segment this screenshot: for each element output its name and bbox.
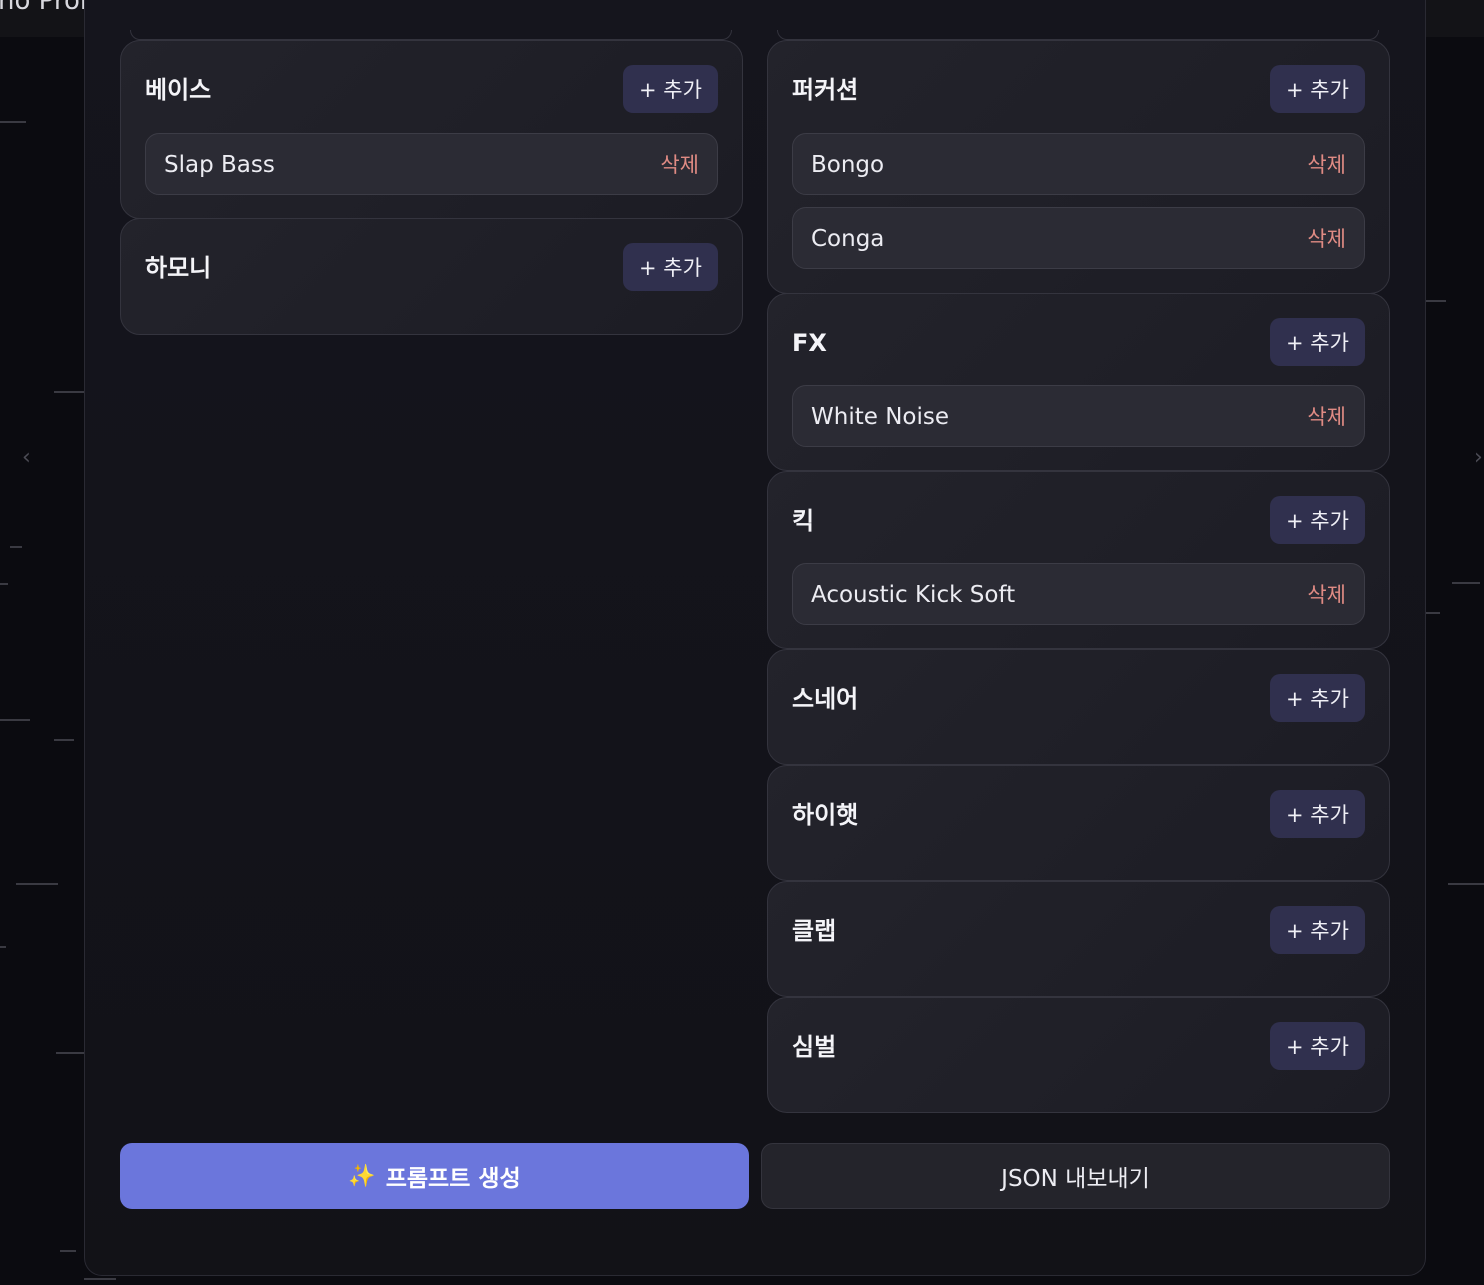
add-button[interactable]: + 추가 — [1270, 496, 1365, 544]
section-title: 심벌 — [792, 1033, 837, 1061]
section-card-percussion: 퍼커션 + 추가 Bongo 삭제 Conga 삭제 — [767, 40, 1390, 294]
background-dash — [60, 1250, 76, 1252]
item-name: Conga — [811, 226, 885, 252]
section-title: 하모니 — [145, 254, 212, 282]
list-item: Acoustic Kick Soft 삭제 — [792, 563, 1365, 625]
list-item: Bongo 삭제 — [792, 133, 1365, 195]
section-card-snare: 스네어 + 추가 — [767, 649, 1390, 765]
background-dash — [1452, 582, 1480, 584]
section-title: 스네어 — [792, 685, 859, 713]
background-dash — [16, 883, 58, 885]
background-dash — [0, 583, 8, 585]
delete-button[interactable]: 삭제 — [1307, 224, 1346, 254]
section-title: 클랩 — [792, 917, 837, 945]
list-item: Slap Bass 삭제 — [145, 133, 718, 195]
add-button[interactable]: + 추가 — [1270, 674, 1365, 722]
background-dash — [54, 739, 74, 741]
item-name: White Noise — [811, 404, 949, 430]
background-dash — [54, 391, 84, 393]
add-button[interactable]: + 추가 — [1270, 790, 1365, 838]
export-json-button[interactable]: JSON 내보내기 — [761, 1143, 1390, 1209]
card-edge — [777, 30, 1379, 40]
add-button[interactable]: + 추가 — [1270, 65, 1365, 113]
list-item: White Noise 삭제 — [792, 385, 1365, 447]
list-item: Conga 삭제 — [792, 207, 1365, 269]
add-button[interactable]: + 추가 — [623, 65, 718, 113]
card-edge — [130, 30, 732, 40]
nav-next-icon[interactable]: › — [1474, 445, 1483, 470]
item-name: Acoustic Kick Soft — [811, 582, 1016, 608]
section-title: FX — [792, 329, 827, 357]
section-card-bass: 베이스 + 추가 Slap Bass 삭제 — [120, 40, 743, 219]
section-title: 베이스 — [145, 76, 212, 104]
background-dash — [1448, 883, 1484, 885]
background-dash — [0, 719, 30, 721]
generate-prompt-label: 프롬프트 생성 — [385, 1166, 521, 1192]
add-button[interactable]: + 추가 — [1270, 318, 1365, 366]
add-button[interactable]: + 추가 — [1270, 906, 1365, 954]
section-title: 퍼커션 — [792, 76, 859, 104]
background-dash — [56, 1052, 84, 1054]
item-name: Bongo — [811, 152, 885, 178]
background-dash — [0, 946, 6, 948]
section-card-cymbal: 심벌 + 추가 — [767, 997, 1390, 1113]
section-card-hihat: 하이햇 + 추가 — [767, 765, 1390, 881]
add-button[interactable]: + 추가 — [1270, 1022, 1365, 1070]
background-dash — [10, 546, 22, 548]
section-title: 하이햇 — [792, 801, 859, 829]
section-card-harmony: 하모니 + 추가 — [120, 218, 743, 335]
delete-button[interactable]: 삭제 — [660, 150, 699, 180]
background-dash — [84, 1278, 116, 1280]
section-title: 킥 — [792, 507, 815, 535]
generate-prompt-button[interactable]: ✨ 프롬프트 생성 — [120, 1143, 749, 1209]
delete-button[interactable]: 삭제 — [1307, 402, 1346, 432]
section-card-clap: 클랩 + 추가 — [767, 881, 1390, 997]
section-card-fx: FX + 추가 White Noise 삭제 — [767, 293, 1390, 471]
nav-prev-icon[interactable]: ‹ — [22, 445, 31, 470]
background-dash — [0, 121, 26, 123]
delete-button[interactable]: 삭제 — [1307, 580, 1346, 610]
add-button[interactable]: + 추가 — [623, 243, 718, 291]
sparkles-icon: ✨ — [348, 1163, 376, 1189]
item-name: Slap Bass — [164, 152, 275, 178]
delete-button[interactable]: 삭제 — [1307, 150, 1346, 180]
section-card-kick: 킥 + 추가 Acoustic Kick Soft 삭제 — [767, 471, 1390, 649]
background-dash — [1426, 300, 1446, 302]
background-dash — [1426, 612, 1440, 614]
